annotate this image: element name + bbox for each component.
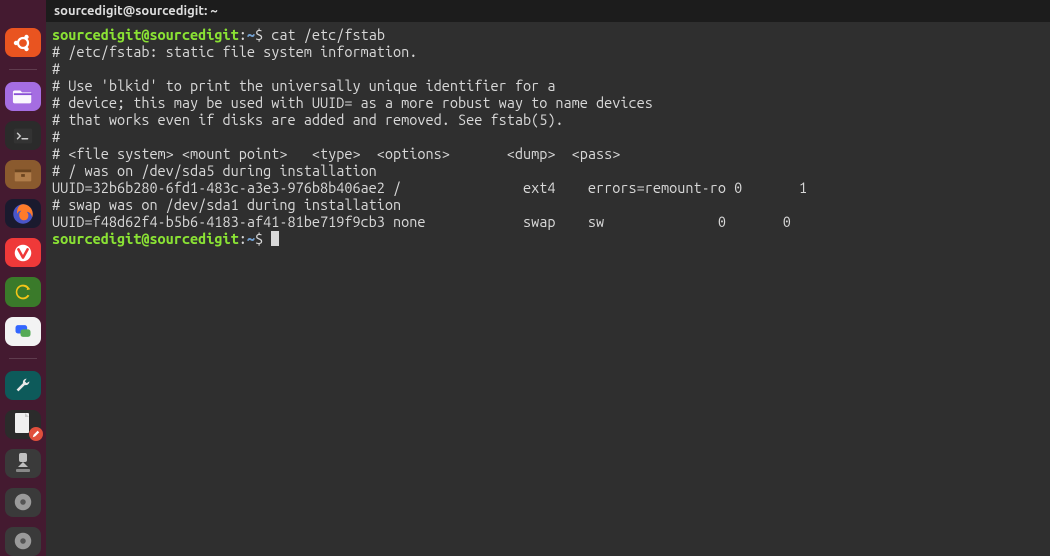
- dock-icon-chat[interactable]: [5, 317, 41, 346]
- wrench-icon: [12, 374, 34, 396]
- dock-icon-firefox[interactable]: [5, 199, 41, 228]
- folder-icon: [12, 85, 34, 107]
- prompt-path: ~: [247, 26, 255, 43]
- prompt-symbol: $: [255, 26, 263, 43]
- dock-icon-archive[interactable]: [5, 160, 41, 189]
- dock-separator: [9, 69, 37, 70]
- dock: [0, 0, 46, 556]
- ubuntu-icon: [11, 31, 35, 55]
- terminal-icon: [12, 125, 34, 147]
- dock-icon-ubuntu[interactable]: [5, 28, 41, 57]
- prompt-path: ~: [247, 230, 255, 247]
- dock-icon-download[interactable]: [5, 449, 41, 478]
- dock-icon-settings[interactable]: [5, 371, 41, 400]
- window-titlebar[interactable]: sourcedigit@sourcedigit: ~: [46, 0, 1050, 22]
- archive-icon: [12, 164, 34, 186]
- download-icon: [13, 452, 33, 474]
- pencil-badge-icon: [32, 430, 40, 438]
- prompt-user-host: sourcedigit@sourcedigit: [52, 26, 239, 43]
- dock-icon-sync[interactable]: [5, 277, 41, 306]
- dock-icon-vivaldi[interactable]: [5, 238, 41, 267]
- prompt-colon: :: [239, 26, 247, 43]
- output-line: # device; this may be used with UUID= as…: [52, 94, 1044, 111]
- output-line: #: [52, 60, 1044, 77]
- prompt-symbol: $: [255, 230, 263, 247]
- output-line: UUID=32b6b280-6fd1-483c-a3e3-976b8b406ae…: [52, 179, 1044, 196]
- output-line: # swap was on /dev/sda1 during installat…: [52, 196, 1044, 213]
- cursor: [271, 231, 279, 246]
- prompt-colon: :: [239, 230, 247, 247]
- dock-icon-files[interactable]: [5, 82, 41, 111]
- chat-icon: [13, 321, 33, 341]
- dock-icon-disk1[interactable]: [5, 488, 41, 517]
- command-text: cat /etc/fstab: [271, 26, 385, 43]
- vivaldi-icon: [12, 242, 34, 264]
- firefox-icon: [10, 201, 36, 227]
- disk-icon: [12, 530, 34, 552]
- output-line: # Use 'blkid' to print the universally u…: [52, 77, 1044, 94]
- output-line: # that works even if disks are added and…: [52, 111, 1044, 128]
- output-line: # / was on /dev/sda5 during installation: [52, 162, 1044, 179]
- dock-icon-notes[interactable]: [5, 410, 41, 439]
- disk-icon: [12, 491, 34, 513]
- dock-icon-terminal[interactable]: [5, 121, 41, 150]
- output-line: #: [52, 128, 1044, 145]
- dock-icon-disk2[interactable]: [5, 527, 41, 556]
- output-line: UUID=f48d62f4-b5b6-4183-af41-81be719f9cb…: [52, 213, 1044, 230]
- output-line: # <file system> <mount point> <type> <op…: [52, 145, 1044, 162]
- window-title: sourcedigit@sourcedigit: ~: [54, 4, 218, 18]
- dock-separator: [9, 358, 37, 359]
- output-line: # /etc/fstab: static file system informa…: [52, 43, 1044, 60]
- prompt-user-host: sourcedigit@sourcedigit: [52, 230, 239, 247]
- terminal-area[interactable]: sourcedigit@sourcedigit:~$ cat /etc/fsta…: [46, 22, 1050, 556]
- sync-icon: [12, 281, 34, 303]
